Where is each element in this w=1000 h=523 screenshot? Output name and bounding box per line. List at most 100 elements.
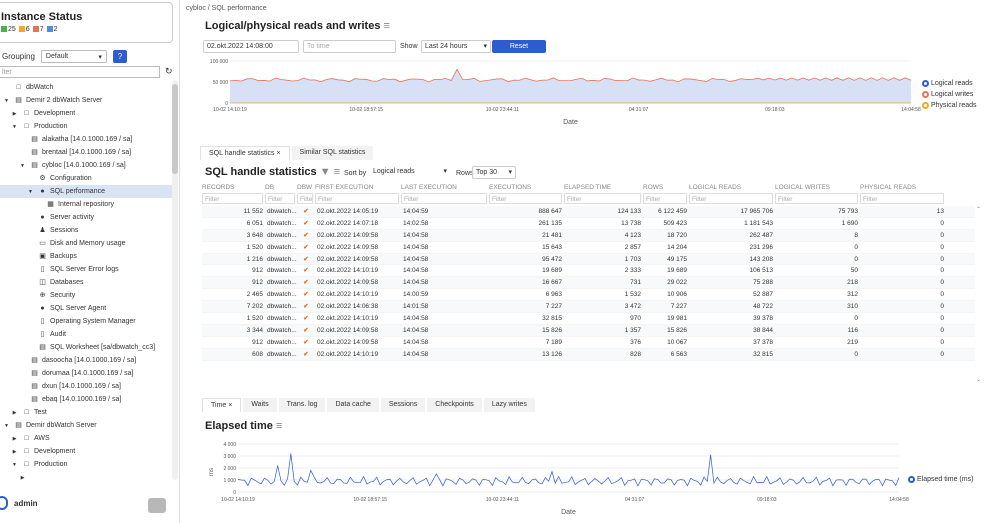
column-filter-input[interactable]: Filter <box>689 193 773 204</box>
table-row[interactable]: 3 344 dbwatch... ✔ 02.okt.2022 14:09:58 14:0… <box>202 324 975 337</box>
tree-node[interactable]: ▤ SQL Worksheet [sa/dbwatch_cc3] <box>26 341 155 354</box>
user-menu[interactable]: admin <box>0 496 38 510</box>
tree-node[interactable]: ▼ □ Production <box>10 458 67 471</box>
column-header[interactable]: ELAPSED TIME <box>564 183 643 193</box>
tab-metric[interactable]: Lazy writes <box>483 398 535 412</box>
tree-node[interactable]: ▦ Internal repository <box>34 198 114 211</box>
tree-scrollbar[interactable] <box>172 80 178 480</box>
tab-metric[interactable]: Waits <box>243 398 277 412</box>
tree-node[interactable]: ⊕ Security <box>26 289 76 302</box>
tree-scroll-thumb[interactable] <box>172 84 178 174</box>
column-filter-input[interactable]: Filter <box>643 193 687 204</box>
tab-similar-sql-statistics[interactable]: Similar SQL statistics <box>291 146 374 160</box>
column-filter-input[interactable]: Filter <box>489 193 562 204</box>
tree-node[interactable]: ▼ ● SQL performance <box>0 185 172 198</box>
table-row[interactable]: 1 216 dbwatch... ✔ 02.okt.2022 14:09:58 14:0… <box>202 253 975 266</box>
filter-icon[interactable]: ▼ <box>320 166 331 178</box>
column-filter-input[interactable]: Filter <box>564 193 641 204</box>
tree-node[interactable]: ▤ brentaal [14.0.1000.169 / sa] <box>18 146 131 159</box>
table-scrollbar[interactable]: ⌃ ⌄ <box>976 206 982 384</box>
column-filter-input[interactable]: Filter <box>401 193 487 204</box>
table-row[interactable]: 7 202 dbwatch... ✔ 02.okt.2022 14:06:38 14:0… <box>202 301 975 314</box>
legend-physical-reads[interactable]: Physical reads <box>922 102 977 109</box>
column-filter-input[interactable]: Filter <box>265 193 295 204</box>
chat-icon[interactable] <box>148 498 166 513</box>
table-row[interactable]: 912 dbwatch... ✔ 02.okt.2022 14:10:19 14:04:… <box>202 265 975 278</box>
to-time-input[interactable]: To time <box>303 40 396 53</box>
rows-select[interactable]: Top 30 ▾ <box>472 166 516 179</box>
tab-metric[interactable]: Checkpoints <box>427 398 482 412</box>
column-filter-input[interactable]: Filter <box>315 193 399 204</box>
column-header[interactable]: DB <box>265 183 297 193</box>
tree-node[interactable]: ▣ Backups <box>26 250 77 263</box>
menu-icon[interactable]: ≡ <box>276 420 282 432</box>
column-header[interactable]: PHYSICAL READS <box>860 183 946 193</box>
tab-metric[interactable]: Data cache <box>327 398 379 412</box>
table-row[interactable]: 1 520 dbwatch... ✔ 02.okt.2022 14:09:58 14:0… <box>202 242 975 254</box>
table-row[interactable]: 6 051 dbwatch... ✔ 02.okt.2022 14:07:18 14:0… <box>202 218 975 230</box>
column-header[interactable]: ROWS <box>643 183 689 193</box>
column-filter-input[interactable]: Filte <box>297 193 313 204</box>
tree-node[interactable]: ▤ dasoocha [14.0.1000.169 / sa] <box>18 354 136 367</box>
reset-button[interactable]: Reset <box>492 40 546 53</box>
tree-node[interactable]: ▶ □ Development <box>10 107 76 120</box>
tree-filter-input[interactable]: lter <box>0 66 160 78</box>
tree-node[interactable]: ● Server activity <box>26 211 94 224</box>
tree-node[interactable]: ▤ ebaq [14.0.1000.169 / sa] <box>18 393 121 406</box>
tree-node[interactable]: ▯ Audit <box>26 328 66 341</box>
status-count[interactable]: 6 <box>18 26 30 33</box>
status-count[interactable]: 7 <box>32 26 44 33</box>
tree-node[interactable]: ▶ <box>18 471 42 484</box>
legend-logical-reads[interactable]: Logical reads <box>922 80 973 87</box>
refresh-icon[interactable]: ↻ <box>165 66 173 77</box>
tree-node[interactable]: ▭ Disk and Memory usage <box>26 237 125 250</box>
scroll-up-icon[interactable]: ⌃ <box>976 206 982 213</box>
tree-node[interactable]: ▤ alakatha [14.0.1000.169 / sa] <box>18 133 132 146</box>
tab-metric[interactable]: Sessions <box>380 398 426 412</box>
tab-metric[interactable]: Trans. log <box>278 398 326 412</box>
column-filter-input[interactable]: Filter <box>860 193 944 204</box>
menu-icon[interactable]: ≡ <box>334 166 340 178</box>
table-row[interactable]: 912 dbwatch... ✔ 02.okt.2022 14:09:58 14:04:… <box>202 277 975 290</box>
table-row[interactable]: 608 dbwatch... ✔ 02.okt.2022 14:10:19 14:04:… <box>202 348 975 361</box>
scroll-down-icon[interactable]: ⌄ <box>976 376 981 383</box>
column-header[interactable]: LOGICAL WRITES <box>775 183 860 193</box>
column-header[interactable]: RECORDS <box>202 183 265 193</box>
tree-node[interactable]: □ dbWatch <box>2 81 53 94</box>
sort-select[interactable]: Logical reads ▾ <box>370 166 450 179</box>
tree-node[interactable]: ♟ Sessions <box>26 224 78 237</box>
grouping-select[interactable]: Default ▾ <box>40 50 107 63</box>
tree-node[interactable]: ▼ □ Production <box>10 120 67 133</box>
table-row[interactable]: 3 648 dbwatch... ✔ 02.okt.2022 14:09:58 14:0… <box>202 229 975 242</box>
column-header[interactable]: DBW <box>297 183 315 193</box>
tree-node[interactable]: ▶ □ AWS <box>10 432 50 445</box>
table-row[interactable]: 912 dbwatch... ✔ 02.okt.2022 14:09:58 14:04:… <box>202 337 975 349</box>
range-select[interactable]: Last 24 hours ▾ <box>421 40 491 53</box>
tree-node[interactable]: ▼ ▤ cybloc [14.0.1000.169 / sa] <box>18 159 126 172</box>
column-header[interactable]: FIRST EXECUTION <box>315 183 401 193</box>
tab-metric[interactable]: Time × <box>202 398 242 412</box>
status-count[interactable]: 2 <box>46 26 58 33</box>
column-header[interactable]: LOGICAL READS <box>689 183 775 193</box>
tree-node[interactable]: ● SQL Server Agent <box>26 302 106 315</box>
tree-node[interactable]: ▯ SQL Server Error logs <box>26 263 119 276</box>
column-filter-input[interactable]: Filter <box>202 193 263 204</box>
table-row[interactable]: 2 465 dbwatch... ✔ 02.okt.2022 14:10:19 14:0… <box>202 289 975 302</box>
legend-logical-writes[interactable]: Logical writes <box>922 91 973 98</box>
column-header[interactable]: EXECUTIONS <box>489 183 564 193</box>
tree-node[interactable]: ▶ □ Development <box>10 445 76 458</box>
from-time-input[interactable]: 02.okt.2022 14:08:00 <box>203 40 299 53</box>
instance-status-panel[interactable]: Instance Status 25 6 7 2 <box>0 2 173 43</box>
column-header[interactable]: LAST EXECUTION <box>401 183 489 193</box>
tree-node[interactable]: ▶ □ Test <box>10 406 47 419</box>
tree-node[interactable]: ▤ dxun [14.0.1000.169 / sa] <box>18 380 121 393</box>
table-row[interactable]: 11 552 dbwatch... ✔ 02.okt.2022 14:05:19 14:… <box>202 206 975 218</box>
tree-node[interactable]: ▯ Operating System Manager <box>26 315 136 328</box>
tree-node[interactable]: ▤ dorumaa [14.0.1000.169 / sa] <box>18 367 133 380</box>
legend-elapsed-time[interactable]: Elapsed time (ms) <box>908 476 973 483</box>
menu-icon[interactable]: ≡ <box>384 20 390 32</box>
tree-node[interactable]: ▼ ▤ Demir 2 dbWatch Server <box>2 94 102 107</box>
column-filter-input[interactable]: Filter <box>775 193 858 204</box>
tree-node[interactable]: ▼ ▤ Demir dbWatch Server <box>2 419 97 432</box>
tab-sql-handle-statistics[interactable]: SQL handle statistics × <box>200 146 290 160</box>
